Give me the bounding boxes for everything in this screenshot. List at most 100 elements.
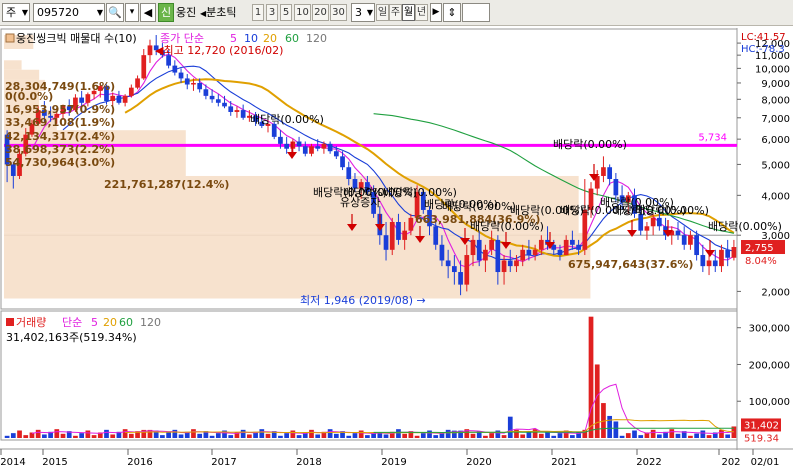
- period-1[interactable]: 1: [252, 4, 264, 21]
- x-tick-label: 2018: [296, 457, 321, 468]
- volume-bar: [333, 433, 339, 438]
- volume-bar: [17, 430, 22, 438]
- candle-body: [495, 239, 501, 273]
- volume-bar: [365, 435, 370, 438]
- candle-body: [309, 146, 314, 154]
- candle-body: [296, 141, 302, 147]
- volume-bar: [166, 432, 171, 438]
- market-select[interactable]: 주 ▼: [2, 3, 30, 22]
- volume-bar: [309, 429, 314, 438]
- period-count-input[interactable]: 3 ▼: [351, 3, 375, 22]
- volume-bar: [215, 433, 221, 438]
- candle-body: [507, 260, 513, 267]
- volume-legend-item: 60: [119, 316, 133, 329]
- candle-body: [520, 249, 526, 261]
- volume-bar: [122, 429, 128, 438]
- volume-bar: [706, 435, 712, 438]
- candle-body: [458, 272, 463, 285]
- volume-bar: [427, 430, 432, 438]
- high-price-label: ◀최고 12,720 (2016/02): [155, 44, 283, 57]
- candle-body: [483, 249, 488, 261]
- candle-body: [557, 249, 563, 256]
- candle-body: [700, 255, 706, 267]
- volume-bar: [73, 435, 78, 438]
- candle-body: [570, 239, 575, 245]
- volume-bar: [228, 435, 234, 438]
- chart-area[interactable]: 12,000 11,000 10,000 9,000 8,000 7,000 6,000 5,…: [0, 28, 793, 469]
- volume-legend-item: 120: [140, 316, 161, 329]
- market-select-value: 주: [6, 6, 17, 19]
- volume-bar: [538, 433, 544, 438]
- candle-body: [712, 260, 718, 267]
- volume-bar: [352, 433, 358, 438]
- candle-body: [445, 260, 451, 267]
- volume-bar: [35, 429, 41, 438]
- volume-bar: [296, 435, 302, 438]
- split-tick-button[interactable]: ◀분초틱: [200, 3, 250, 22]
- candle-body: [122, 95, 128, 103]
- period-5[interactable]: 5: [280, 4, 292, 21]
- volume-bar: [315, 434, 321, 438]
- chevron-down-icon: ▼: [366, 8, 373, 17]
- extra-input[interactable]: [462, 3, 490, 22]
- candle-body: [725, 249, 731, 258]
- unit-week[interactable]: 주: [389, 4, 402, 21]
- current-volume-pct-label: 519.34: [744, 433, 779, 444]
- candle-body: [302, 146, 308, 154]
- volume-bar: [42, 434, 47, 438]
- candle-body: [464, 255, 470, 285]
- ma-legend-item: 120: [306, 32, 327, 45]
- volume-bar: [4, 435, 10, 438]
- volume-bar: [588, 316, 594, 438]
- candle-body: [451, 266, 457, 273]
- period-20[interactable]: 20: [312, 4, 329, 21]
- candle-body: [532, 249, 538, 256]
- candle-body: [383, 235, 389, 250]
- volume-bar: [632, 430, 637, 438]
- speaker-icon[interactable]: ◀: [140, 3, 156, 22]
- x-tick-label: 2017: [211, 457, 236, 468]
- x-tick-label: 2015: [42, 457, 67, 468]
- volume-bar: [520, 434, 526, 438]
- volume-bar: [402, 433, 408, 438]
- period-30[interactable]: 30: [330, 4, 347, 21]
- stock-code-input[interactable]: 095720 ▼: [33, 3, 105, 22]
- period-10[interactable]: 10: [294, 4, 311, 21]
- updown-arrow-icon[interactable]: ⇕: [443, 3, 461, 22]
- search-icon[interactable]: 🔍: [106, 3, 124, 22]
- candle-body: [601, 167, 606, 176]
- candle-body: [576, 244, 581, 250]
- dividend-label: 배당락(0.00%): [708, 220, 782, 233]
- dividend-label: 배당락(0.00%): [553, 138, 627, 151]
- volume-bar: [700, 430, 706, 438]
- stock-chart[interactable]: 12,00011,00010,0009,0008,0007,0006,0005,…: [0, 28, 793, 469]
- unit-day[interactable]: 일: [376, 4, 389, 21]
- unit-month[interactable]: 월: [402, 4, 415, 21]
- volume-bar: [507, 416, 513, 438]
- candle-body: [476, 239, 482, 261]
- unit-year[interactable]: 년: [415, 4, 428, 21]
- ma-legend-item: 60: [285, 32, 299, 45]
- volume-bar: [54, 429, 60, 438]
- volume-bar: [265, 433, 271, 438]
- x-tick-label: 2016: [127, 457, 152, 468]
- candle-body: [79, 97, 85, 103]
- candle-body: [178, 72, 184, 79]
- candle-body: [215, 99, 221, 103]
- volume-legend-item: 거래량: [16, 316, 46, 329]
- x-tick-label: 2020: [466, 457, 491, 468]
- volume-profile-label: 0(0.0%): [5, 90, 53, 103]
- period-3[interactable]: 3: [266, 4, 278, 21]
- volume-bar: [85, 430, 91, 438]
- scroll-right-icon[interactable]: ▶: [430, 3, 442, 22]
- candle-body: [501, 260, 507, 273]
- dropdown-arrow-icon[interactable]: ▾: [125, 3, 139, 22]
- volume-bar: [532, 429, 538, 438]
- volume-bar: [10, 433, 16, 438]
- volume-bar: [327, 429, 333, 438]
- volume-bar: [656, 434, 662, 438]
- volume-legend-item: 단순: [62, 316, 82, 329]
- candle-body: [147, 45, 153, 56]
- volume-bar: [625, 433, 631, 438]
- current-volume-label: 31,402: [744, 420, 779, 431]
